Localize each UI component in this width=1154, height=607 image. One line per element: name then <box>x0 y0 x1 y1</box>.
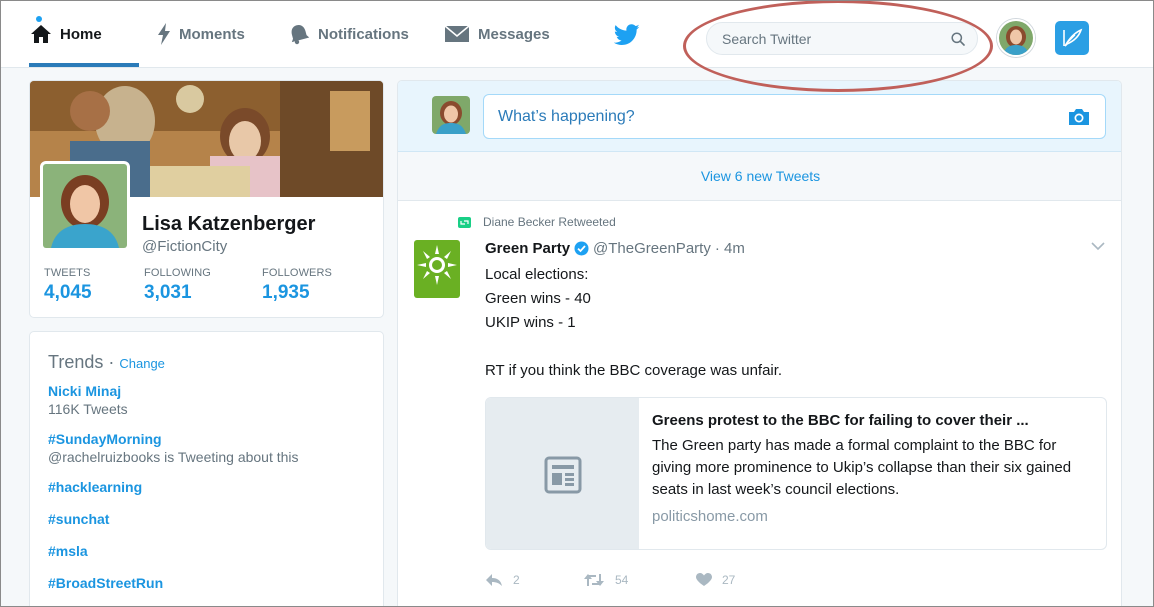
retweet-count: 54 <box>615 573 629 587</box>
timeline: View 6 new Tweets Diane Becker Retweeted <box>397 80 1122 607</box>
reply-icon <box>486 574 502 586</box>
profile-name[interactable]: Lisa Katzenberger <box>142 213 315 236</box>
trend-name[interactable]: Nicki Minaj <box>48 383 383 399</box>
search-icon[interactable] <box>951 31 965 46</box>
tweet-line: Local elections: <box>485 266 589 283</box>
stat-followers[interactable]: Followers 1,935 <box>262 267 332 304</box>
nav-home-active-underline <box>29 63 139 67</box>
tweet-header: Green Party @TheGreenParty · 4m <box>485 240 745 257</box>
quill-icon <box>1063 28 1083 47</box>
tweet-author-handle[interactable]: @TheGreenParty <box>593 240 711 257</box>
trends-header: Trends · Change <box>48 352 165 372</box>
composer-avatar <box>432 96 470 134</box>
trend-name[interactable]: #sunchat <box>48 511 383 527</box>
stat-following-value: 3,031 <box>144 282 192 303</box>
trend-name[interactable]: #msla <box>48 543 383 559</box>
nav-home-label: Home <box>60 25 102 43</box>
trend-item[interactable]: #hacklearning <box>48 479 383 495</box>
card-description: The Green party has made a formal compla… <box>652 437 1072 498</box>
tweet-timestamp[interactable]: · 4m <box>715 240 745 257</box>
trend-name[interactable]: #SundayMorning <box>48 431 383 447</box>
composer-input-box[interactable] <box>483 94 1106 139</box>
search-input[interactable] <box>722 30 951 47</box>
reply-count: 2 <box>513 573 520 587</box>
stat-following[interactable]: Following 3,031 <box>144 267 211 304</box>
tweet[interactable]: Diane Becker Retweeted Green Party @TheG… <box>398 202 1121 607</box>
stat-tweets-label: Tweets <box>44 267 91 279</box>
retweet-button[interactable]: 54 <box>583 573 696 587</box>
composer-input[interactable] <box>498 107 1067 126</box>
stat-following-label: Following <box>144 267 211 279</box>
chevron-down-icon[interactable] <box>1091 242 1105 251</box>
retweet-badge-icon <box>458 216 471 228</box>
lightning-icon <box>158 23 170 45</box>
tweet-text: Local elections: Green wins - 40 UKIP wi… <box>485 263 782 383</box>
nav-messages-label: Messages <box>478 25 550 43</box>
profile-handle[interactable]: @FictionCity <box>142 238 227 255</box>
compose-tweet-button[interactable] <box>1055 21 1089 55</box>
heart-icon <box>696 573 712 586</box>
verified-badge-icon <box>574 241 589 256</box>
trend-item[interactable]: #sunchat <box>48 511 383 527</box>
card-thumbnail <box>486 398 639 549</box>
view-new-tweets-bar[interactable]: View 6 new Tweets <box>398 152 1121 201</box>
twitter-bird-icon[interactable] <box>614 24 640 46</box>
card-body: Greens protest to the BBC for failing to… <box>652 412 1097 525</box>
nav-moments[interactable]: Moments <box>157 0 245 68</box>
tweet-line: RT if you think the BBC coverage was unf… <box>485 362 783 379</box>
trends-change-link[interactable]: Change <box>119 356 165 371</box>
nav-notifications[interactable]: Notifications <box>288 0 409 68</box>
green-party-logo-icon <box>414 240 460 298</box>
retweeted-by[interactable]: Diane Becker Retweeted <box>483 215 616 229</box>
like-count: 27 <box>722 573 736 587</box>
tweet-author-avatar[interactable] <box>414 240 460 298</box>
article-icon <box>544 456 581 493</box>
tweet-line <box>485 335 782 359</box>
user-avatar-icon <box>999 21 1033 55</box>
search-box[interactable] <box>706 22 978 55</box>
envelope-icon <box>444 25 470 42</box>
stat-tweets-value: 4,045 <box>44 282 92 303</box>
nav-notifications-label: Notifications <box>318 25 409 43</box>
user-avatar-icon <box>432 96 470 134</box>
link-preview-card[interactable]: Greens protest to the BBC for failing to… <box>485 397 1107 550</box>
card-title: Greens protest to the BBC for failing to… <box>652 412 1029 429</box>
card-domain: politicshome.com <box>652 508 768 525</box>
profile-card: Lisa Katzenberger @FictionCity Tweets 4,… <box>29 80 384 318</box>
trend-name[interactable]: #BroadStreetRun <box>48 575 383 591</box>
tweet-line: UKIP wins - 1 <box>485 314 576 331</box>
retweet-icon <box>584 574 604 586</box>
nav-home[interactable]: Home <box>30 0 102 68</box>
trend-item[interactable]: #SundayMorning @rachelruizbooks is Tweet… <box>48 431 383 465</box>
stat-tweets[interactable]: Tweets 4,045 <box>44 267 92 304</box>
profile-avatar[interactable] <box>40 161 130 251</box>
trend-item[interactable]: #msla <box>48 543 383 559</box>
stat-followers-value: 1,935 <box>262 282 310 303</box>
trend-item[interactable]: Nicki Minaj 116K Tweets <box>48 383 383 417</box>
bell-icon <box>291 25 310 45</box>
like-button[interactable]: 27 <box>696 573 776 587</box>
trends-card: Trends · Change Nicki Minaj 116K Tweets … <box>29 331 384 607</box>
top-navigation: Home Moments Notifications Messages <box>0 0 1154 68</box>
retweet-context: Diane Becker Retweeted <box>458 215 616 229</box>
nav-messages[interactable]: Messages <box>444 0 550 68</box>
camera-icon[interactable] <box>1067 107 1091 127</box>
account-avatar[interactable] <box>997 19 1035 57</box>
tweet-author-name[interactable]: Green Party <box>485 240 570 257</box>
stat-followers-label: Followers <box>262 267 332 279</box>
profile-photo-icon <box>43 164 127 248</box>
tweet-actions: 2 54 27 <box>485 573 776 587</box>
trend-item[interactable]: #BroadStreetRun <box>48 575 383 591</box>
tweet-composer <box>398 81 1121 152</box>
tweet-line: Green wins - 40 <box>485 290 591 307</box>
home-icon <box>31 25 51 43</box>
reply-button[interactable]: 2 <box>485 573 583 587</box>
trend-name[interactable]: #hacklearning <box>48 479 383 495</box>
trends-title: Trends <box>48 352 104 372</box>
trend-meta: 116K Tweets <box>48 401 128 417</box>
nav-moments-label: Moments <box>179 25 245 43</box>
trend-meta: @rachelruizbooks is Tweeting about this <box>48 449 299 465</box>
